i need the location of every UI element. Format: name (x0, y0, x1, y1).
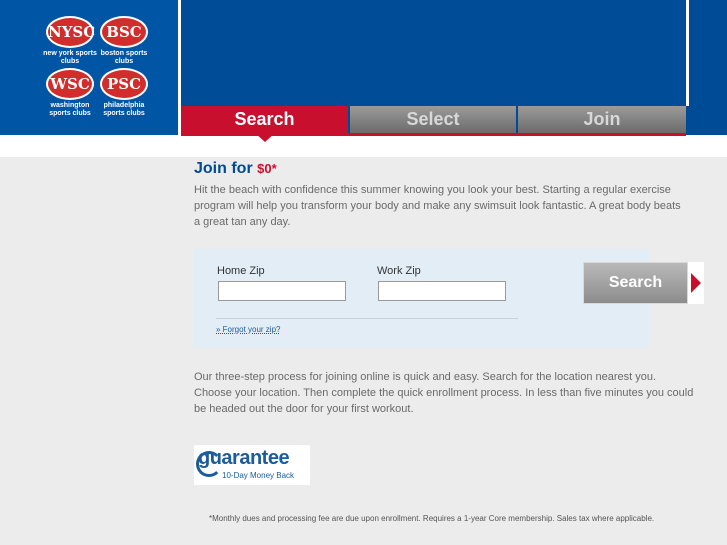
price-badge: $0* (257, 161, 277, 176)
club-logos-panel: NYSC new york sports clubs BSC boston sp… (0, 0, 181, 135)
active-tab-pointer-icon (255, 133, 275, 142)
tab-search[interactable]: Search (181, 106, 348, 133)
guarantee-title: guarantee (198, 447, 290, 469)
hero-banner (181, 0, 689, 106)
bsc-logo[interactable]: BSC boston sports clubs (96, 16, 152, 66)
process-paragraph: Our three-step process for joining onlin… (194, 371, 694, 415)
guarantee-subtitle: 10-Day Money Back (222, 471, 295, 480)
psc-logo[interactable]: PSC philadelphia sports clubs (96, 68, 152, 118)
wsc-logo-mark: WSC (46, 68, 94, 100)
work-zip-input[interactable] (378, 281, 506, 301)
wsc-logo-caption: washington sports clubs (49, 102, 91, 117)
page-title-text: Join for (194, 160, 258, 177)
wsc-logo[interactable]: WSC washington sports clubs (42, 68, 98, 118)
page-title: Join for $0* (194, 160, 277, 178)
tab-select[interactable]: Select (350, 106, 516, 133)
home-zip-label: Home Zip (217, 265, 265, 277)
work-zip-label: Work Zip (377, 265, 421, 277)
nysc-logo-mark: NYSC (46, 16, 95, 48)
bsc-logo-caption: boston sports clubs (100, 50, 148, 65)
intro-paragraph: Hit the beach with confidence this summe… (194, 184, 681, 228)
bsc-logo-mark: BSC (100, 16, 148, 48)
guarantee-badge: guarantee 10-Day Money Back (194, 445, 310, 485)
search-arrow-icon[interactable] (688, 262, 704, 304)
nysc-logo-caption: new york sports clubs (43, 50, 97, 65)
psc-logo-caption: philadelphia sports clubs (103, 102, 145, 117)
zip-search-form: Home Zip Work Zip » Forgot your zip? (194, 249, 649, 348)
form-divider (216, 318, 518, 319)
footer-disclaimer: *Monthly dues and processing fee are due… (209, 514, 655, 523)
home-zip-input[interactable] (218, 281, 346, 301)
nysc-logo[interactable]: NYSC new york sports clubs (42, 16, 98, 66)
tab-underbar (0, 135, 727, 157)
psc-logo-mark: PSC (100, 68, 148, 100)
search-button[interactable]: Search (583, 262, 688, 304)
forgot-zip-link[interactable]: » Forgot your zip? (216, 325, 280, 334)
tab-join[interactable]: Join (518, 106, 686, 133)
